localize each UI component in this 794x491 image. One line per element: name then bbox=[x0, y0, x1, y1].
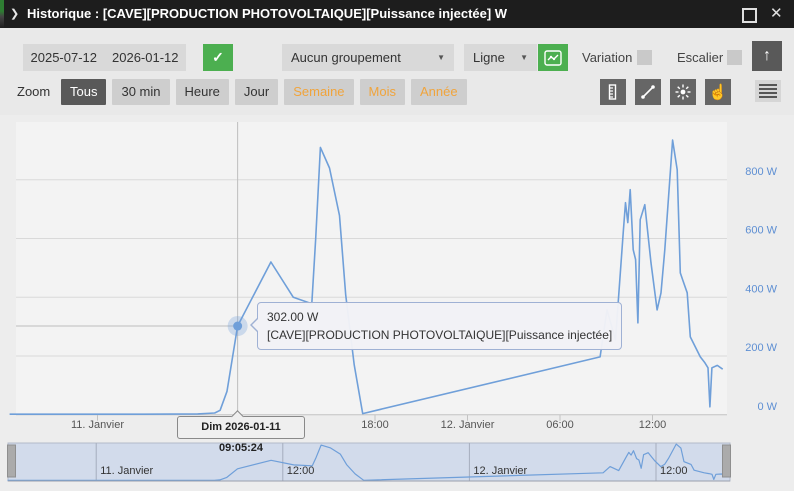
line-chart-icon bbox=[544, 49, 562, 66]
zoom-range-button-4[interactable]: Semaine bbox=[284, 79, 354, 105]
maximize-icon[interactable] bbox=[742, 8, 757, 23]
context-menu-button[interactable] bbox=[755, 80, 781, 102]
svg-text:18:00: 18:00 bbox=[361, 419, 389, 431]
history-window: ❯ Historique : [CAVE][PRODUCTION PHOTOVO… bbox=[0, 0, 794, 491]
tool-button-group: ☝ bbox=[600, 79, 731, 105]
date-range-field[interactable]: 2025-07-12 2026-01-12 bbox=[23, 44, 186, 71]
hand-icon: ☝ bbox=[708, 83, 728, 101]
svg-text:0 W: 0 W bbox=[757, 401, 777, 413]
refresh-chart-button[interactable] bbox=[538, 44, 568, 71]
crosshair-date-label: Dim 2026-01-11 09:05:24 bbox=[177, 416, 305, 454]
variation-label: Variation bbox=[582, 50, 633, 65]
pan-button[interactable]: ☝ bbox=[705, 79, 731, 105]
grouping-select[interactable]: Aucun groupement ▼ bbox=[282, 44, 454, 71]
window-edge-strip bbox=[0, 0, 4, 28]
variation-checkbox[interactable] bbox=[637, 50, 652, 65]
escalier-label: Escalier bbox=[677, 50, 724, 65]
svg-text:12. Janvier: 12. Janvier bbox=[441, 419, 495, 431]
navigator-handle-right[interactable] bbox=[722, 444, 731, 478]
navigator-handle-left[interactable] bbox=[7, 444, 16, 478]
svg-text:12:00: 12:00 bbox=[287, 465, 315, 477]
zoom-button-group: Tous 30 min Heure Jour Semaine Mois Année bbox=[61, 79, 467, 105]
marker-point bbox=[233, 321, 243, 331]
zoom-range-button-5[interactable]: Mois bbox=[359, 79, 405, 105]
measure-button[interactable] bbox=[600, 79, 626, 105]
caret-down-icon: ▼ bbox=[520, 53, 528, 62]
chart-tooltip: 302.00 W [CAVE][PRODUCTION PHOTOVOLTAIQU… bbox=[249, 302, 623, 350]
apply-dates-button[interactable]: ✓ bbox=[203, 44, 233, 71]
svg-text:800 W: 800 W bbox=[745, 166, 777, 178]
hamburger-icon bbox=[759, 84, 777, 86]
trend-line-button[interactable] bbox=[635, 79, 661, 105]
close-icon[interactable]: ✕ bbox=[770, 0, 783, 28]
date-from[interactable]: 2025-07-12 bbox=[31, 50, 98, 65]
svg-text:12:00: 12:00 bbox=[660, 465, 688, 477]
svg-text:200 W: 200 W bbox=[745, 342, 777, 354]
grouping-value: Aucun groupement bbox=[291, 50, 401, 65]
sun-icon bbox=[675, 84, 691, 100]
svg-text:06:00: 06:00 bbox=[546, 419, 574, 431]
window-title: Historique : [CAVE][PRODUCTION PHOTOVOLT… bbox=[27, 6, 508, 21]
trend-line-icon bbox=[641, 85, 655, 99]
tooltip-value: 302.00 W bbox=[267, 310, 319, 324]
title-bar: ❯ Historique : [CAVE][PRODUCTION PHOTOVO… bbox=[0, 0, 794, 28]
zoom-range-button-1[interactable]: 30 min bbox=[112, 79, 170, 105]
chart-type-value: Ligne bbox=[473, 50, 505, 65]
svg-text:12:00: 12:00 bbox=[639, 419, 667, 431]
zoom-range-button-0[interactable]: Tous bbox=[61, 79, 107, 105]
ruler-icon bbox=[608, 84, 617, 100]
tooltip-series: [CAVE][PRODUCTION PHOTOVOLTAIQUE][Puissa… bbox=[267, 328, 613, 342]
up-arrow-icon: ↑ bbox=[763, 47, 771, 64]
zoom-range-button-2[interactable]: Heure bbox=[175, 79, 229, 105]
collapse-up-button[interactable]: ↑ bbox=[752, 41, 782, 71]
check-icon: ✓ bbox=[212, 49, 224, 65]
brightness-button[interactable] bbox=[670, 79, 696, 105]
svg-text:400 W: 400 W bbox=[745, 283, 777, 295]
zoom-range-button-3[interactable]: Jour bbox=[234, 79, 279, 105]
zoom-range-button-6[interactable]: Année bbox=[410, 79, 467, 105]
chart-type-select[interactable]: Ligne ▼ bbox=[464, 44, 537, 71]
date-to[interactable]: 2026-01-12 bbox=[112, 50, 179, 65]
svg-text:11. Janvier: 11. Janvier bbox=[71, 419, 124, 431]
caret-down-icon: ▼ bbox=[437, 53, 445, 62]
chevron-right-icon[interactable]: ❯ bbox=[10, 0, 19, 28]
zoom-label: Zoom bbox=[17, 84, 51, 99]
escalier-checkbox[interactable] bbox=[727, 50, 742, 65]
svg-text:11. Janvier: 11. Janvier bbox=[100, 465, 153, 477]
svg-text:600 W: 600 W bbox=[745, 225, 777, 237]
